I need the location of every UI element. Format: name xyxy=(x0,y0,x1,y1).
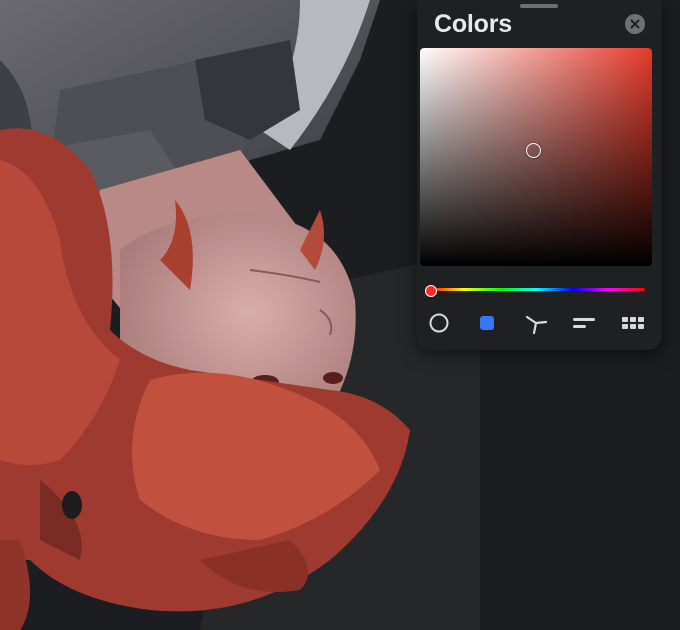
harmony-icon xyxy=(525,315,548,335)
palette-grid-icon xyxy=(622,317,644,329)
tab-classic[interactable] xyxy=(472,308,502,338)
colors-panel: Colors xyxy=(417,0,662,350)
panel-grabber[interactable] xyxy=(520,4,558,8)
tab-palettes[interactable] xyxy=(618,308,648,338)
close-x-icon xyxy=(630,19,640,29)
color-mode-tabs xyxy=(417,308,662,338)
saturation-brightness-square[interactable] xyxy=(420,48,652,266)
tab-harmony[interactable] xyxy=(521,308,551,338)
hue-slider[interactable] xyxy=(425,284,645,297)
classic-square-icon xyxy=(480,316,494,330)
color-disc-icon xyxy=(429,313,449,333)
panel-title: Colors xyxy=(434,10,512,38)
tab-value[interactable] xyxy=(569,308,599,338)
sliders-icon xyxy=(573,318,595,328)
tab-disc[interactable] xyxy=(424,308,454,338)
hue-slider-handle[interactable] xyxy=(425,284,437,297)
color-picker-handle[interactable] xyxy=(526,143,541,158)
close-button[interactable] xyxy=(625,14,645,34)
